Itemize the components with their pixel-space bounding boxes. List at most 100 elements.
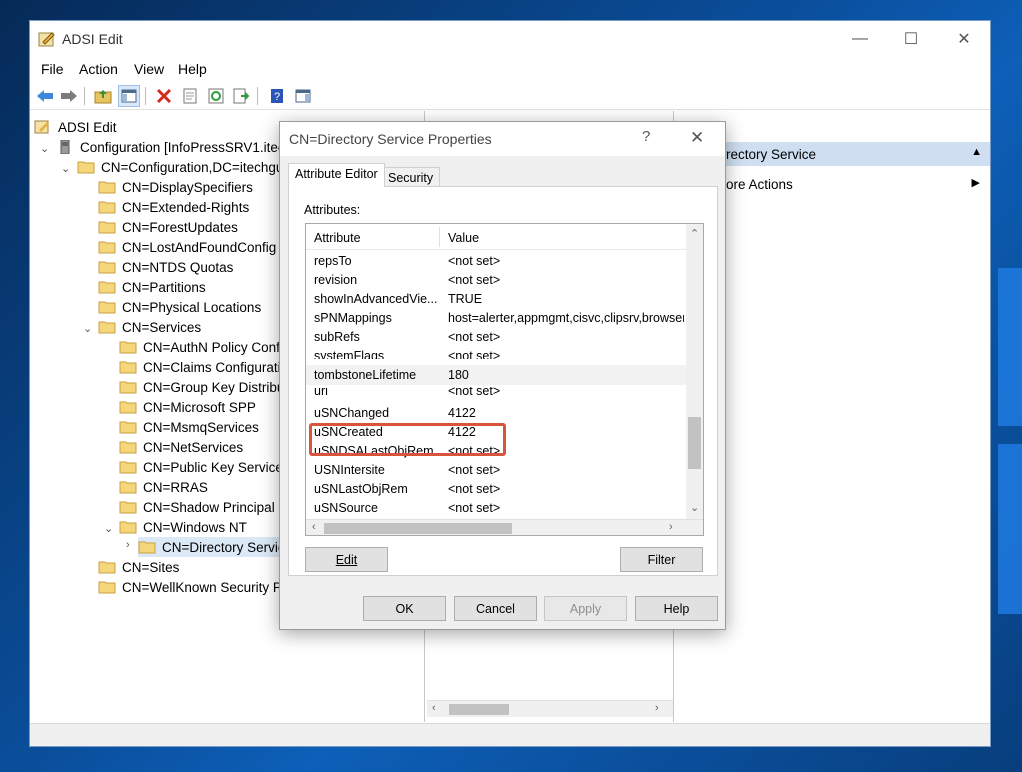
folder-icon [119, 341, 137, 354]
filter-button[interactable]: Filter [620, 547, 703, 572]
cancel-button[interactable]: Cancel [454, 596, 537, 621]
attribute-row[interactable]: uSNCreated 4122 [306, 423, 686, 442]
tree-item[interactable]: CN=Shadow Principal C [119, 497, 288, 517]
folder-icon [77, 161, 95, 174]
collapse-triangle-icon[interactable]: ▲ [971, 146, 982, 158]
ok-button[interactable]: OK [363, 596, 446, 621]
attribute-value: <not set> [448, 273, 501, 287]
attribute-name: revision [314, 273, 358, 287]
column-header-value[interactable]: Value [448, 231, 479, 245]
collapse-chevron-icon[interactable]: ⌄ [83, 322, 92, 335]
attribute-row[interactable]: subRefs <not set> [306, 328, 686, 347]
tree-item[interactable]: CN=NTDS Quotas [98, 257, 233, 277]
scroll-up-icon[interactable]: ⌃ [690, 227, 699, 240]
scroll-left-icon[interactable]: ‹ [432, 702, 436, 714]
folder-icon [98, 221, 116, 234]
close-button[interactable]: ✕ [944, 27, 984, 51]
tree-item[interactable]: CN=Microsoft SPP [119, 397, 256, 417]
tree-config-container-label: CN=Configuration,DC=itechgu [101, 159, 284, 175]
refresh-button[interactable] [205, 85, 227, 107]
tree-config-container[interactable]: CN=Configuration,DC=itechgu [77, 157, 283, 177]
maximize-icon: ☐ [903, 31, 919, 48]
properties-button[interactable] [179, 85, 201, 107]
tree-item-services[interactable]: CN=Services [98, 317, 201, 337]
tree-item[interactable]: CN=Claims Configuratio [119, 357, 288, 377]
show-hide-action-pane-button[interactable] [292, 85, 314, 107]
export-list-button[interactable] [230, 85, 252, 107]
scroll-right-icon[interactable]: › [669, 521, 673, 533]
tree-item[interactable]: CN=ForestUpdates [98, 217, 238, 237]
refresh-icon [208, 88, 224, 104]
scroll-thumb[interactable] [688, 417, 701, 469]
dialog-help-icon[interactable]: ? [642, 128, 650, 145]
maximize-button[interactable]: ☐ [891, 27, 931, 51]
attribute-row[interactable]: uSNChanged 4122 [306, 404, 686, 423]
tree-item[interactable]: CN=Physical Locations [98, 297, 261, 317]
menu-help[interactable]: Help [178, 61, 207, 77]
tree-item[interactable]: CN=MsmqServices [119, 417, 259, 437]
tree-root[interactable]: ADSI Edit [34, 117, 117, 137]
tree-item[interactable]: CN=Public Key Services [119, 457, 290, 477]
attribute-row[interactable]: USNIntersite <not set> [306, 461, 686, 480]
collapse-chevron-icon[interactable]: ⌄ [61, 162, 70, 175]
tree-item[interactable]: CN=Sites [98, 557, 179, 577]
server-icon [60, 140, 70, 154]
menu-file[interactable]: File [41, 61, 64, 77]
attribute-row-tombstone-lifetime[interactable]: tombstoneLifetime 180 [306, 365, 686, 385]
attribute-value: <not set> [448, 330, 501, 344]
help-button[interactable]: Help [635, 596, 718, 621]
scroll-thumb[interactable] [449, 704, 509, 715]
tree-connection[interactable]: Configuration [InfoPressSRV1.itech [56, 137, 292, 157]
attribute-row[interactable]: uSNDSALastObjRem... <not set> [306, 442, 686, 461]
tab-security[interactable]: Security [381, 167, 441, 187]
tree-item-label: CN=Windows NT [143, 519, 247, 535]
back-button[interactable] [34, 85, 56, 107]
details-horizontal-scrollbar[interactable]: ‹ › [427, 700, 673, 717]
delete-button[interactable] [153, 85, 175, 107]
help-toolbar-button[interactable]: ? [266, 85, 288, 107]
attributes-vertical-scrollbar[interactable]: ⌃ ⌄ [686, 224, 703, 519]
tree-item[interactable]: CN=Partitions [98, 277, 206, 297]
scroll-thumb[interactable] [324, 523, 512, 534]
column-header-attribute[interactable]: Attribute [314, 231, 361, 245]
tree-item[interactable]: CN=NetServices [119, 437, 243, 457]
tree-item-windows-nt[interactable]: CN=Windows NT [119, 517, 247, 537]
minimize-button[interactable]: — [840, 27, 880, 51]
attributes-horizontal-scrollbar[interactable]: ‹ › [306, 519, 703, 535]
tree-item[interactable]: CN=LostAndFoundConfig [98, 237, 276, 257]
attribute-row[interactable]: repsTo <not set> [306, 252, 686, 271]
tree-item-label: CN=NetServices [143, 439, 244, 455]
attribute-row[interactable]: showInAdvancedVie... TRUE [306, 290, 686, 309]
attribute-name: uSNLastObjRem [314, 482, 408, 496]
tree-item-label: CN=Claims Configuratio [143, 359, 289, 375]
forward-button[interactable] [58, 85, 80, 107]
show-hide-console-tree-button[interactable] [118, 85, 140, 107]
attribute-row[interactable]: systemFlags <not set> [306, 347, 686, 359]
collapse-chevron-icon[interactable]: ⌄ [40, 142, 49, 155]
apply-button[interactable]: Apply [544, 596, 627, 621]
tree-item[interactable]: CN=WellKnown Security Pr [98, 577, 286, 597]
scroll-right-icon[interactable]: › [655, 702, 659, 714]
collapse-chevron-icon[interactable]: ⌄ [104, 522, 113, 535]
attribute-row[interactable]: uSNLastObjRem <not set> [306, 480, 686, 499]
menu-view[interactable]: View [134, 61, 164, 77]
attribute-row[interactable]: sPNMappings host=alerter,appmgmt,cisvc,cl… [306, 309, 686, 328]
tree-item-directory-service[interactable]: CN=Directory Servic [138, 537, 291, 557]
attribute-row[interactable]: uSNSource <not set> [306, 499, 686, 514]
dialog-close-icon[interactable]: ✕ [690, 128, 704, 148]
tree-item[interactable]: CN=AuthN Policy Confi [119, 337, 283, 357]
menu-action[interactable]: Action [79, 61, 118, 77]
edit-button[interactable]: Edit [305, 547, 388, 572]
tab-attribute-editor[interactable]: Attribute Editor [288, 163, 385, 187]
scroll-left-icon[interactable]: ‹ [312, 521, 316, 533]
tree-item[interactable]: CN=RRAS [119, 477, 208, 497]
tree-item[interactable]: CN=Group Key Distribu [119, 377, 284, 397]
attribute-row[interactable]: revision <not set> [306, 271, 686, 290]
up-level-button[interactable] [92, 85, 114, 107]
expand-chevron-icon[interactable]: › [126, 539, 130, 551]
tree-item[interactable]: CN=DisplaySpecifiers [98, 177, 253, 197]
tree-item-label: CN=MsmqServices [143, 419, 259, 435]
scroll-down-icon[interactable]: ⌄ [690, 501, 699, 514]
tree-item[interactable]: CN=Extended-Rights [98, 197, 249, 217]
folder-icon [138, 541, 156, 554]
